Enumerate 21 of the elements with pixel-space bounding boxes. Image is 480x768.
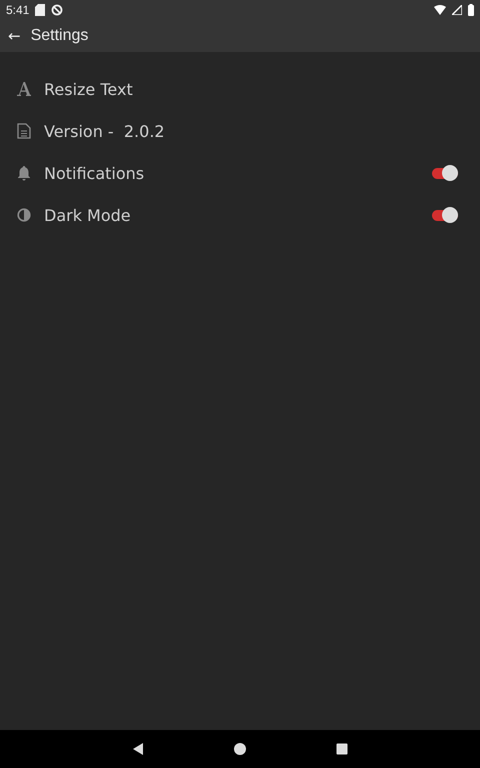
recents-icon[interactable] (335, 742, 349, 756)
back-icon[interactable] (131, 742, 145, 756)
back-button[interactable]: ← (4, 27, 25, 45)
setting-label: Version - 2.0.2 (44, 122, 165, 140)
toggle-switch[interactable] (430, 163, 460, 183)
signal-icon (452, 5, 462, 15)
setting-label: Dark Mode (44, 206, 131, 224)
sd-card-icon (35, 4, 46, 16)
app-title: Settings (30, 27, 88, 45)
status-time: 5:41 (6, 3, 30, 17)
contrast-icon (16, 208, 32, 222)
home-icon[interactable] (233, 742, 247, 756)
battery-icon (468, 4, 474, 16)
document-icon (16, 123, 32, 139)
setting-label: Notifications (44, 164, 144, 182)
bell-icon (16, 165, 32, 181)
wifi-icon (434, 5, 446, 15)
toggle-switch[interactable] (430, 205, 460, 225)
blocked-circle-icon (51, 4, 64, 16)
letter-a-icon (16, 81, 32, 97)
setting-label[interactable]: Resize Text (44, 80, 133, 98)
